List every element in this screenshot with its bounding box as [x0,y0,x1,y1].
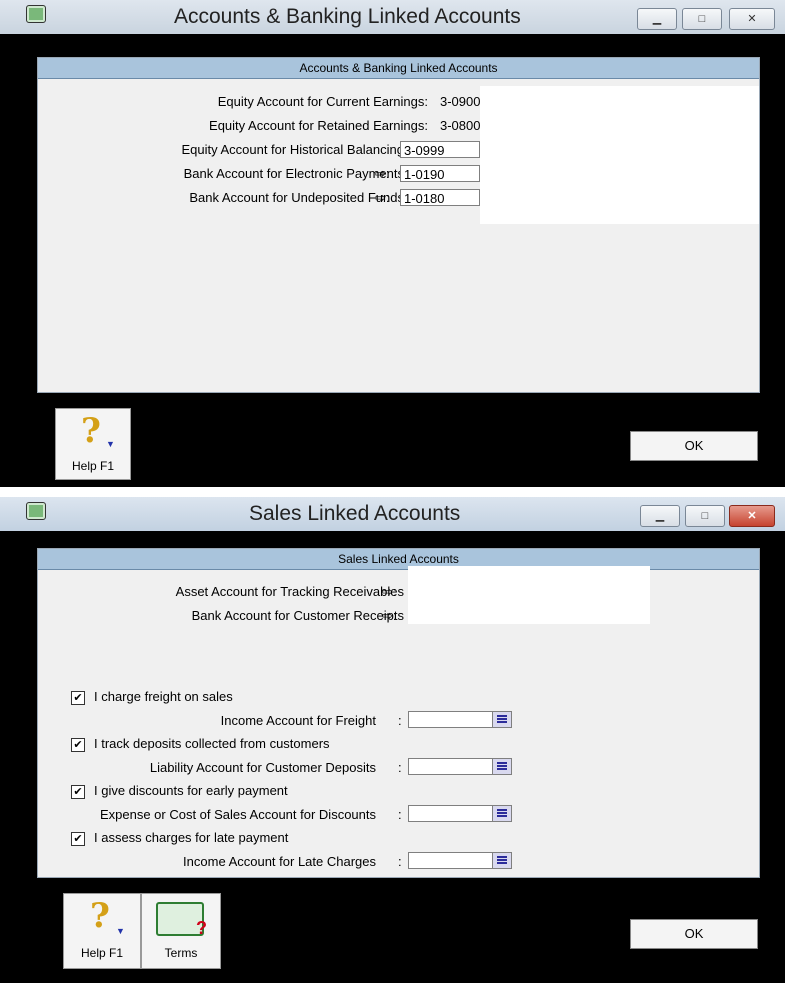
question-icon: ? [196,918,207,938]
zoom-arrow-icon[interactable]: ⇨: [382,608,397,624]
close-button[interactable]: ✕ [729,8,775,30]
freight-account-dropdown[interactable] [408,711,512,728]
maximize-button[interactable]: □ [685,505,725,527]
historical-balancing-field[interactable]: 3-0999 [400,141,480,158]
sales-linked-window: Sales Linked Accounts ▁ □ ✕ Sales Linked… [0,497,785,983]
help-label: Help F1 [80,946,124,960]
accounts-banking-window: Accounts & Banking Linked Accounts ▁ □ ✕… [0,0,785,487]
dropdown-list-icon[interactable] [492,806,511,821]
linked-accounts-panel: Accounts & Banking Linked Accounts Equit… [37,57,760,393]
customer-receipts-label: Bank Account for Customer Receipts [191,608,404,623]
help-label: Help F1 [71,459,115,473]
track-deposits-label: I track deposits collected from customer… [94,736,330,751]
colon: : [398,854,402,869]
track-deposits-checkbox[interactable]: ✔ [71,738,85,752]
ok-button[interactable]: OK [630,919,758,949]
help-icon: ? [81,411,101,451]
window-title: Accounts & Banking Linked Accounts [174,5,521,28]
current-earnings-value: 3-0900 [440,94,481,109]
late-charges-label: I assess charges for late payment [94,830,289,845]
customer-deposits-label: Liability Account for Customer Deposits [149,760,376,775]
colon: : [398,760,402,775]
dropdown-list-icon[interactable] [492,759,511,774]
window-titlebar: Sales Linked Accounts ▁ □ ✕ [0,497,785,531]
electronic-payments-field[interactable]: 1-0190 [400,165,480,182]
zoom-arrow-icon[interactable]: ⇨: [382,584,397,600]
customer-deposits-dropdown[interactable] [408,758,512,775]
minimize-button[interactable]: ▁ [637,8,677,30]
charge-freight-checkbox[interactable]: ✔ [71,691,85,705]
early-discount-label: I give discounts for early payment [94,783,288,798]
chevron-down-icon: ▼ [116,926,125,936]
help-button[interactable]: ? ▼ Help F1 [63,893,141,969]
chevron-down-icon: ▼ [106,439,115,449]
colon: : [398,807,402,822]
late-charges-checkbox[interactable]: ✔ [71,832,85,846]
panel-header: Sales Linked Accounts [38,549,759,570]
terms-button[interactable]: ? Terms [141,893,221,969]
minimize-button[interactable]: ▁ [640,505,680,527]
zoom-arrow-icon[interactable]: ⇨: [375,190,390,206]
current-earnings-label: Equity Account for Current Earnings: [217,94,428,109]
maximize-button[interactable]: □ [682,8,722,30]
colon: : [398,713,402,728]
panel-header: Accounts & Banking Linked Accounts [38,58,759,79]
undeposited-funds-field[interactable]: 1-0180 [400,189,480,206]
window-title: Sales Linked Accounts [249,502,461,525]
discounts-account-dropdown[interactable] [408,805,512,822]
ok-button[interactable]: OK [630,431,758,461]
help-button[interactable]: ? ▼ Help F1 [55,408,131,480]
late-charges-account-label: Income Account for Late Charges [183,854,376,869]
blank-area [480,86,759,224]
undeposited-funds-label: Bank Account for Undeposited Funds [189,190,404,205]
blank-area [408,566,650,624]
electronic-payments-label: Bank Account for Electronic Payments [183,166,404,181]
sales-accounts-panel: Sales Linked Accounts Asset Account for … [37,548,760,878]
early-discount-checkbox[interactable]: ✔ [71,785,85,799]
app-icon [26,5,46,23]
historical-balancing-label: Equity Account for Historical Balancing [181,142,404,157]
discounts-account-label: Expense or Cost of Sales Account for Dis… [99,807,376,822]
zoom-arrow-icon[interactable]: ⇨: [375,166,390,182]
dropdown-list-icon[interactable] [492,853,511,868]
help-icon: ? [90,896,110,936]
freight-account-label: Income Account for Freight [220,713,376,728]
retained-earnings-label: Equity Account for Retained Earnings: [209,118,428,133]
dropdown-list-icon[interactable] [492,712,511,727]
close-button[interactable]: ✕ [729,505,775,527]
retained-earnings-value: 3-0800 [440,118,481,133]
receivables-label: Asset Account for Tracking Receivables [175,584,404,599]
late-charges-dropdown[interactable] [408,852,512,869]
charge-freight-label: I charge freight on sales [94,689,233,704]
app-icon [26,502,46,520]
terms-label: Terms [164,946,198,960]
window-titlebar: Accounts & Banking Linked Accounts ▁ □ ✕ [0,0,785,34]
